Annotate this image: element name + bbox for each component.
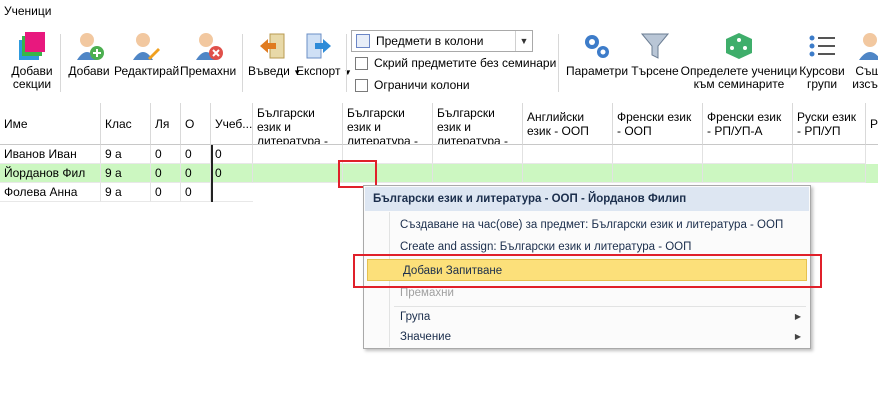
menu-item-group[interactable]: Група ▶	[365, 306, 809, 328]
list-icon	[806, 30, 838, 62]
gears-icon	[581, 30, 613, 62]
submenu-arrow-icon: ▶	[794, 332, 801, 341]
grid-cell[interactable]	[523, 164, 613, 183]
subjects-view-combo[interactable]: Предмети в колони ▼	[351, 30, 533, 52]
toolbar-separator	[242, 34, 243, 92]
menu-item-highlight-annotation	[353, 254, 822, 288]
checkbox-box[interactable]	[355, 79, 368, 93]
import-button[interactable]: Въведи ▼	[248, 30, 301, 79]
grid-cell[interactable]	[793, 164, 866, 183]
checkbox-box[interactable]	[355, 57, 368, 71]
remove-user-icon	[192, 30, 224, 62]
grid-cell[interactable]	[703, 145, 793, 164]
search-button[interactable]: Търсене	[630, 30, 680, 78]
user-icon	[854, 30, 878, 62]
frozen-column-divider	[211, 145, 213, 202]
toolbar-separator	[60, 34, 61, 92]
menu-item-value[interactable]: Значение ▶	[365, 328, 809, 346]
add-button[interactable]: Добави	[66, 30, 112, 78]
window-title-bar: Ученици	[0, 0, 878, 22]
filter-icon	[639, 30, 671, 62]
export-icon	[303, 30, 335, 62]
column-header-bel-2[interactable]: Български език и литература -	[343, 103, 433, 145]
sections-icon	[16, 30, 48, 62]
submenu-arrow-icon: ▶	[794, 312, 801, 321]
grid-cell[interactable]	[253, 145, 343, 164]
column-header-o[interactable]: О	[181, 103, 211, 145]
column-header-russian[interactable]: Руски език - РП/УП	[793, 103, 866, 145]
edit-button[interactable]: Редактирай	[114, 30, 179, 78]
grid-cell[interactable]	[793, 145, 866, 164]
columns-icon	[356, 34, 370, 48]
menu-item-create-lessons[interactable]: Създаване на час(ове) за предмет: Българ…	[365, 214, 809, 236]
dice-icon	[723, 30, 755, 62]
column-header-more[interactable]: Ру...	[866, 103, 878, 145]
export-button[interactable]: Експорт ▼	[296, 30, 352, 79]
target-cell-highlight	[338, 160, 377, 188]
parameters-button[interactable]: Параметри	[566, 30, 628, 78]
column-header-french-rp[interactable]: Френски език - РП/УП-А	[703, 103, 793, 145]
column-header-bel-3[interactable]: Български език и литература -	[433, 103, 523, 145]
column-header-class[interactable]: Клас	[101, 103, 151, 145]
table-row-selected[interactable]: Йорданов Фил 9 а 0 0 0	[0, 164, 878, 183]
hide-subjects-checkbox[interactable]: Скрий предметите без семинари	[355, 56, 556, 71]
context-menu-header: Български език и литература - ООП - Йорд…	[365, 187, 809, 211]
grid-cell[interactable]	[433, 145, 523, 164]
add-sections-button[interactable]: Добави секции	[8, 30, 56, 91]
remove-button[interactable]: Премахни	[180, 30, 236, 78]
column-header-ucheb[interactable]: Учеб...	[211, 103, 253, 145]
toolbar-separator	[558, 34, 559, 92]
chevron-down-icon: ▼	[515, 31, 532, 51]
grid-cell[interactable]	[613, 145, 703, 164]
grid-cell[interactable]	[523, 145, 613, 164]
limit-columns-checkbox[interactable]: Ограничи колони	[355, 78, 470, 93]
table-row[interactable]: Иванов Иван 9 а 0 0 0	[0, 145, 878, 164]
dropdown-arrow-icon: ▼	[343, 68, 352, 77]
existing-button[interactable]: Същ. изсъщ	[850, 30, 878, 91]
column-header-la[interactable]: Ля	[151, 103, 181, 145]
grid-cell[interactable]	[613, 164, 703, 183]
grid-cell[interactable]	[253, 164, 343, 183]
import-icon	[256, 30, 288, 62]
column-header-bel-1[interactable]: Български език и литература -	[253, 103, 343, 145]
toolbar-separator	[346, 34, 347, 92]
assign-seminars-button[interactable]: Определете ученици към семинарите	[680, 30, 798, 91]
grid-cell[interactable]	[433, 164, 523, 183]
toolbar: Добави секции Добави Редактирай Премахни…	[0, 22, 878, 100]
column-header-english[interactable]: Английски език - ООП	[523, 103, 613, 145]
add-user-icon	[73, 30, 105, 62]
column-header-name[interactable]: Име	[0, 103, 101, 145]
column-header-french-oop[interactable]: Френски език - ООП	[613, 103, 703, 145]
course-groups-button[interactable]: Курсови групи	[798, 30, 846, 91]
edit-user-icon	[129, 30, 161, 62]
window-title: Ученици	[4, 4, 52, 18]
grid-cell[interactable]	[703, 164, 793, 183]
